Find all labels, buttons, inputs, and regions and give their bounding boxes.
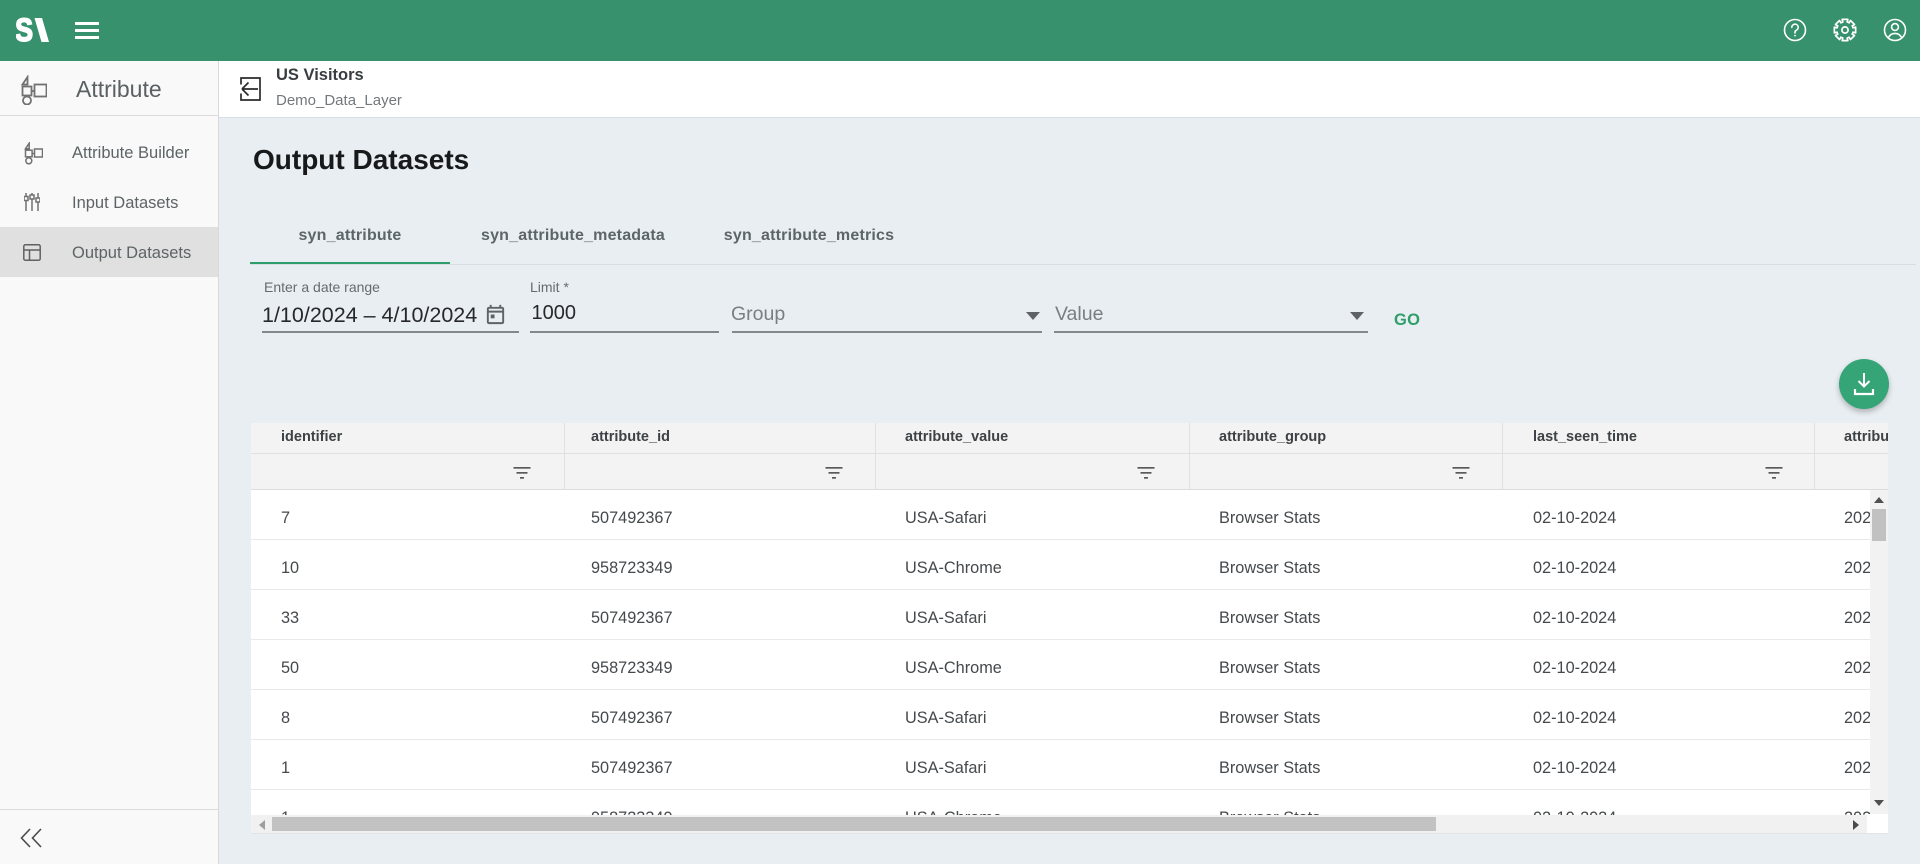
svg-text:S: S [16,17,33,43]
